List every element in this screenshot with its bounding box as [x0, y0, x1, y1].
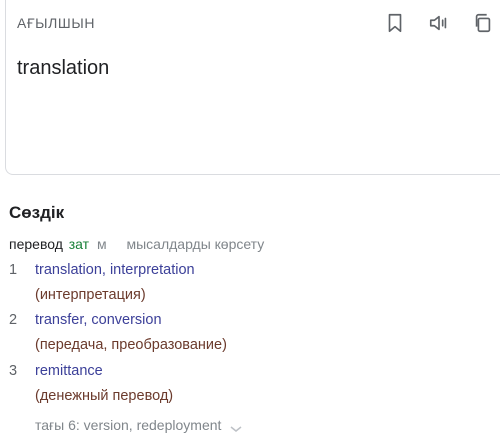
speaker-icon[interactable]	[428, 12, 450, 34]
entry-number: 2	[9, 312, 18, 328]
source-card: АҒЫЛШЫН translation	[5, 0, 500, 175]
source-text: translation	[17, 57, 110, 79]
dictionary-headline: перевод зат м мысалдарды көрсету	[9, 236, 264, 252]
show-more-button[interactable]: тағы 6: version, redeployment	[35, 417, 243, 433]
dictionary-title: Сөздік	[9, 203, 65, 222]
entry-back-translation: (денежный перевод)	[35, 388, 174, 404]
part-of-speech: зат	[68, 236, 90, 252]
entry-translations[interactable]: remittance	[35, 363, 103, 379]
source-language-label: АҒЫЛШЫН	[17, 15, 96, 31]
entry-number: 3	[9, 363, 18, 379]
show-examples-link[interactable]: мысалдарды көрсету	[126, 236, 264, 252]
headword: перевод	[9, 236, 63, 252]
source-toolbar	[384, 12, 494, 34]
entry-number: 1	[9, 262, 18, 278]
entry-back-translation: (передача, преобразование)	[35, 337, 227, 353]
entry-translations[interactable]: translation, interpretation	[35, 262, 195, 278]
chevron-down-icon	[229, 421, 243, 433]
gender-label: м	[96, 236, 107, 252]
entry-translations[interactable]: transfer, conversion	[35, 312, 162, 328]
copy-icon[interactable]	[472, 12, 494, 34]
entry-back-translation: (интерпретация)	[35, 287, 146, 303]
bookmark-icon[interactable]	[384, 12, 406, 34]
show-more-label: тағы 6: version, redeployment	[35, 417, 222, 433]
